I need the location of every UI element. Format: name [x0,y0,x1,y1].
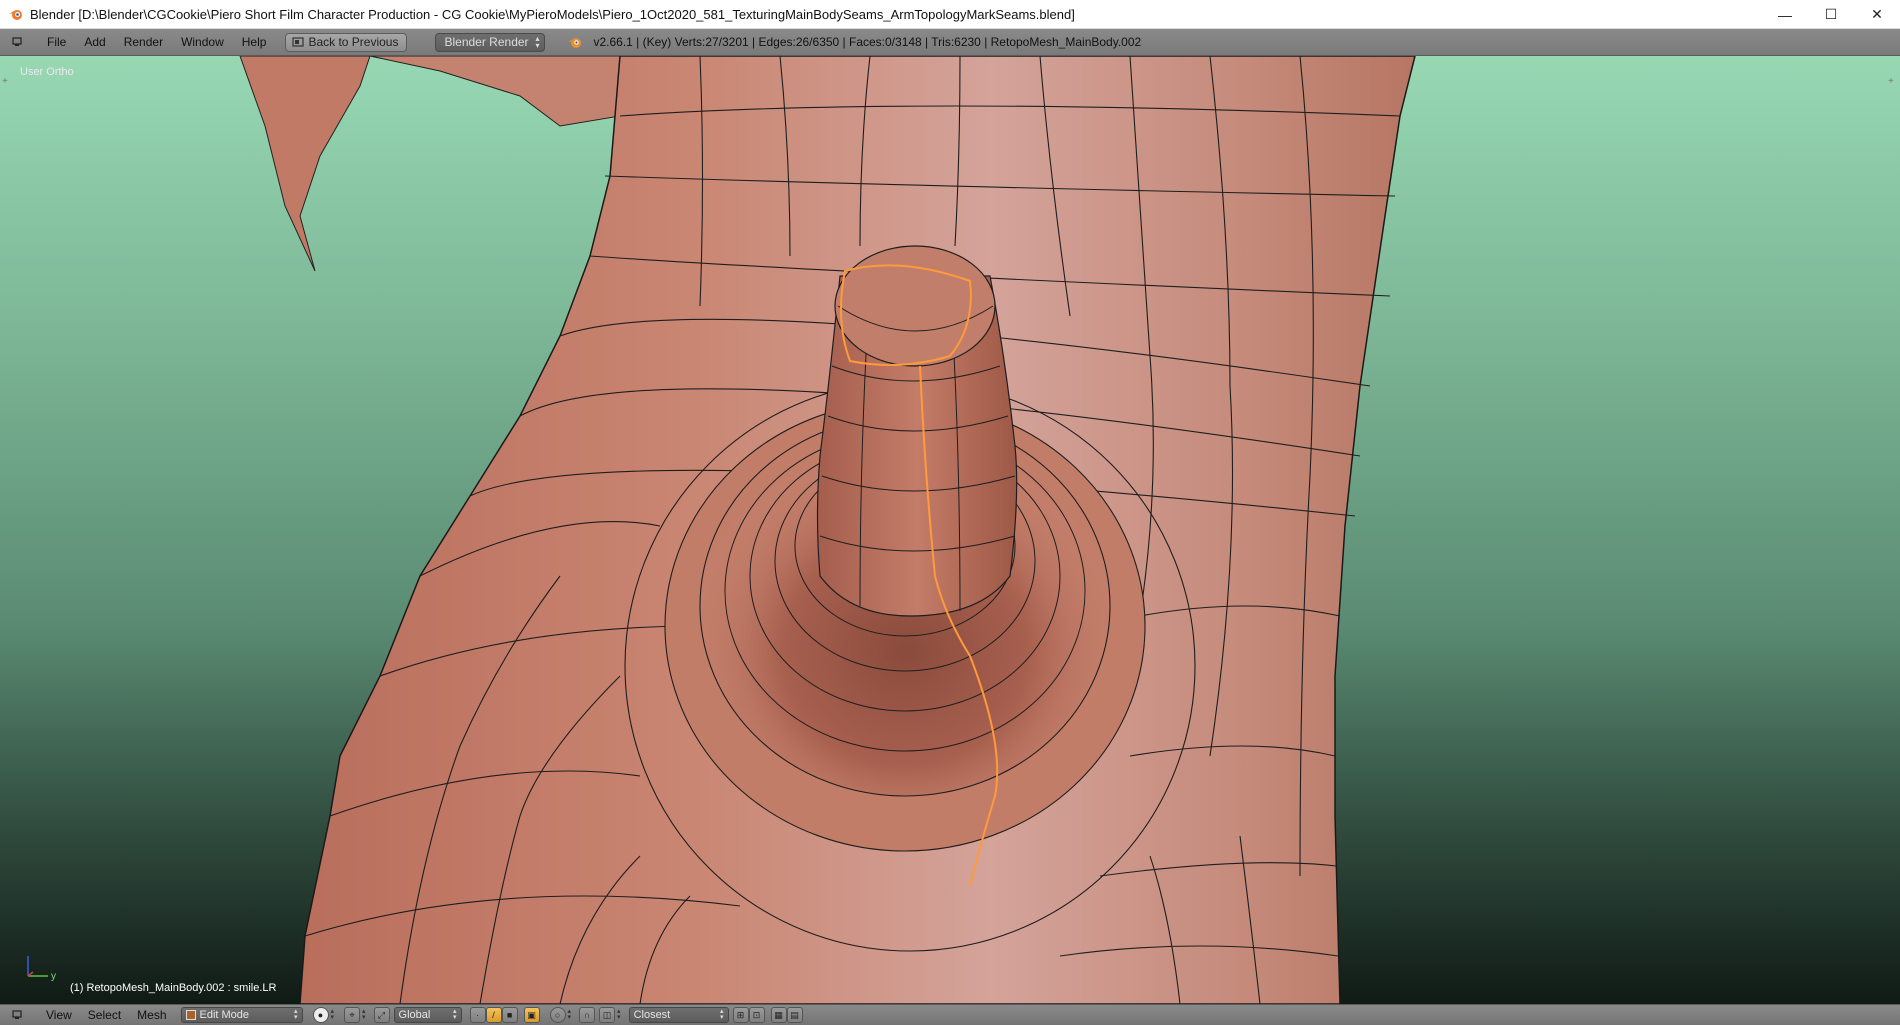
maximize-button[interactable]: ☐ [1808,0,1854,29]
close-button[interactable]: ✕ [1854,0,1900,29]
minimize-button[interactable]: — [1762,0,1808,29]
scene-statistics: v2.66.1 | (Key) Verts:27/3201 | Edges:26… [593,35,1142,49]
face-select-icon[interactable]: ■ [501,1007,518,1023]
view-editor-type-icon[interactable] [10,1008,24,1022]
toolshelf-handle-icon[interactable]: + [2,76,12,87]
orientation-value: Global [398,1009,431,1021]
snap-element-icon[interactable]: ◫ [599,1007,616,1023]
menu-view[interactable]: View [38,1008,80,1022]
dropdown-arrows-icon: ▴ ▾ [535,34,540,50]
proportional-edit-icon[interactable]: ○ [549,1007,566,1023]
axis-gizmo-icon: y [27,956,56,982]
window-titlebar: Blender [D:\Blender\CGCookie\Piero Short… [0,0,1900,29]
edit-mode-icon [185,1010,196,1020]
mode-value: Edit Mode [199,1009,250,1021]
blender-logo-icon [9,10,22,20]
window-controls: — ☐ ✕ [1762,0,1900,29]
snap-toggle-icon[interactable]: ∩ [579,1007,596,1023]
axis-y-label: y [51,971,56,982]
window-title: Blender [D:\Blender\CGCookie\Piero Short… [30,6,1075,22]
snap-target-value: Closest [633,1009,671,1021]
info-header: File Add Render Window Help Back to Prev… [0,29,1900,56]
screen-back-icon [292,36,305,47]
menu-mesh[interactable]: Mesh [129,1008,174,1022]
menu-file[interactable]: File [38,35,75,49]
render-engine-value: Blender Render [444,35,529,49]
opengl-render-icon[interactable]: ▦ [770,1007,787,1023]
menu-help[interactable]: Help [233,35,276,49]
limit-selection-icon[interactable]: ▣ [523,1007,540,1023]
menu-add[interactable]: Add [75,35,114,49]
back-to-previous-label: Back to Previous [308,35,399,49]
render-engine-select[interactable]: Blender Render ▴ ▾ [435,32,546,52]
back-to-previous-button[interactable]: Back to Previous [285,32,408,52]
edge-select-icon[interactable]: / [485,1007,502,1023]
3d-viewport[interactable]: User Ortho + + y (1) RetopoMesh_MainBody… [0,56,1900,1004]
menu-select[interactable]: Select [80,1008,129,1022]
menu-render[interactable]: Render [115,35,172,49]
vertex-select-icon[interactable]: · [469,1007,486,1023]
snap-target-select[interactable]: Closest ▴ ▾ [628,1007,729,1023]
blender-stats-icon [568,38,582,48]
horn-shape [239,56,371,272]
3d-view-header: View Select Mesh Edit Mode ▴ ▾ ● ▴ ▾ ⌖ ▴ ▾ … [0,1004,1900,1025]
view-label: User Ortho [20,66,74,78]
manipulator-icon[interactable]: ⤢ [373,1007,390,1023]
pivot-point-icon[interactable]: ⌖ [344,1007,361,1023]
snap-project-icon[interactable]: ⊡ [748,1007,765,1023]
active-object-label: (1) RetopoMesh_MainBody.002 : smile.LR [70,982,277,994]
menu-window[interactable]: Window [172,35,233,49]
align-rotation-icon[interactable]: ⊞ [732,1007,749,1023]
properties-handle-icon[interactable]: + [1888,76,1898,87]
mode-select[interactable]: Edit Mode ▴ ▾ [180,1007,303,1023]
opengl-anim-icon[interactable]: ▤ [786,1007,803,1023]
viewport-shading-icon[interactable]: ● [312,1007,329,1023]
orientation-select[interactable]: Global ▴ ▾ [393,1007,462,1023]
mesh-render[interactable] [0,56,1900,1004]
editor-type-icon[interactable] [10,35,24,49]
